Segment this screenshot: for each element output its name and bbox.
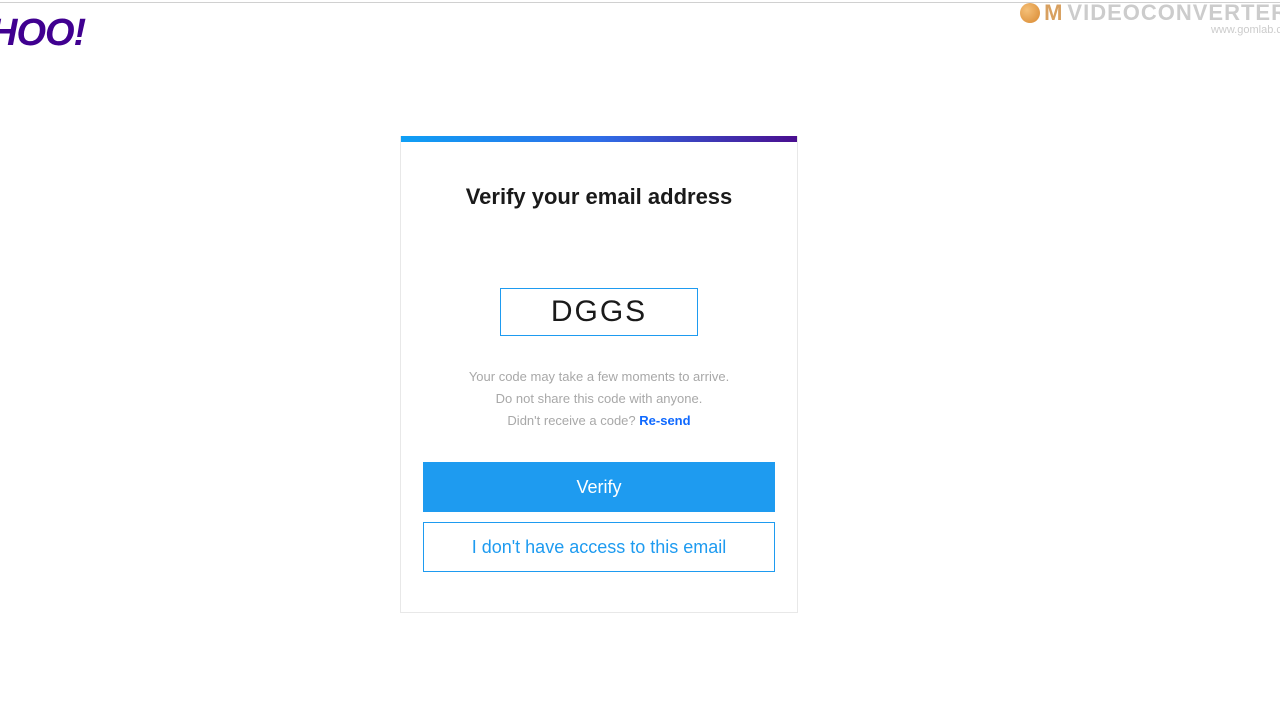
watermark-prefix: M [1044, 0, 1063, 26]
watermark-text: VIDEOCONVERTER [1067, 0, 1280, 26]
resend-prompt: Didn't receive a code? [507, 413, 639, 428]
resend-link[interactable]: Re-send [639, 413, 690, 428]
verify-card: Verify your email address Your code may … [400, 136, 798, 613]
watermark-main: M VIDEOCONVERTER [1020, 0, 1280, 26]
globe-icon [1020, 3, 1040, 23]
yahoo-logo: HOO! [0, 12, 85, 55]
help-line-1: Your code may take a few moments to arri… [423, 366, 775, 388]
no-access-button[interactable]: I don't have access to this email [423, 522, 775, 572]
card-title: Verify your email address [423, 184, 775, 210]
help-text: Your code may take a few moments to arri… [423, 366, 775, 432]
help-line-3: Didn't receive a code? Re-send [423, 410, 775, 432]
verify-button[interactable]: Verify [423, 462, 775, 512]
verification-code-input[interactable] [500, 288, 698, 336]
help-line-2: Do not share this code with anyone. [423, 388, 775, 410]
watermark: M VIDEOCONVERTER www.gomlab.co [1020, 0, 1280, 36]
card-body: Verify your email address Your code may … [401, 142, 797, 612]
